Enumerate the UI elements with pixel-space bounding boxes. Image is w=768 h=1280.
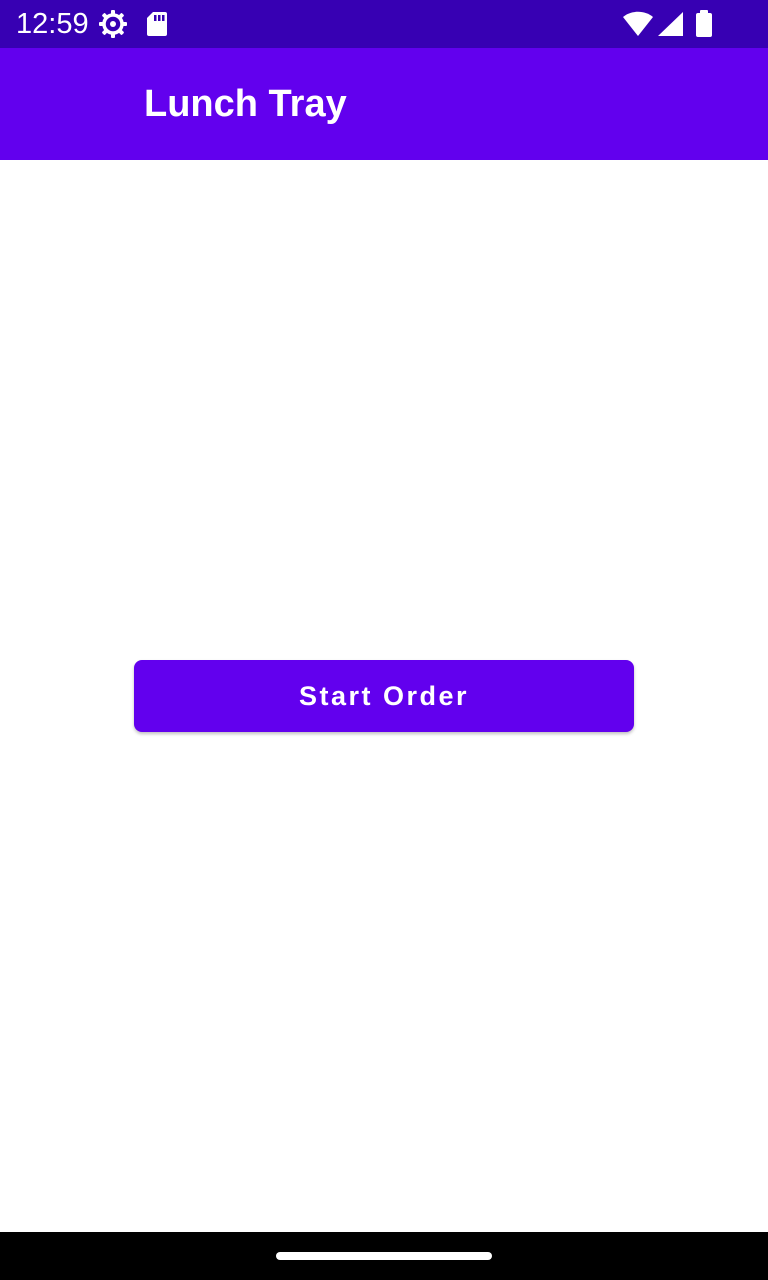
- wifi-icon: [623, 11, 653, 36]
- cell-signal-icon: [658, 12, 683, 36]
- sd-card-icon: [147, 12, 167, 36]
- status-bar: 12:59: [0, 0, 768, 48]
- app-screen: 12:59 Lunch Tray Start Order: [0, 0, 768, 1280]
- battery-icon: [696, 10, 712, 37]
- status-time: 12:59: [16, 8, 89, 40]
- settings-gear-icon: [99, 10, 127, 38]
- navigation-bar: [0, 1232, 768, 1280]
- home-gesture-handle[interactable]: [276, 1252, 492, 1260]
- start-order-screen: Start Order: [0, 160, 768, 1232]
- app-bar: Lunch Tray: [0, 48, 768, 160]
- start-order-button[interactable]: Start Order: [134, 660, 634, 732]
- app-title: Lunch Tray: [144, 83, 347, 125]
